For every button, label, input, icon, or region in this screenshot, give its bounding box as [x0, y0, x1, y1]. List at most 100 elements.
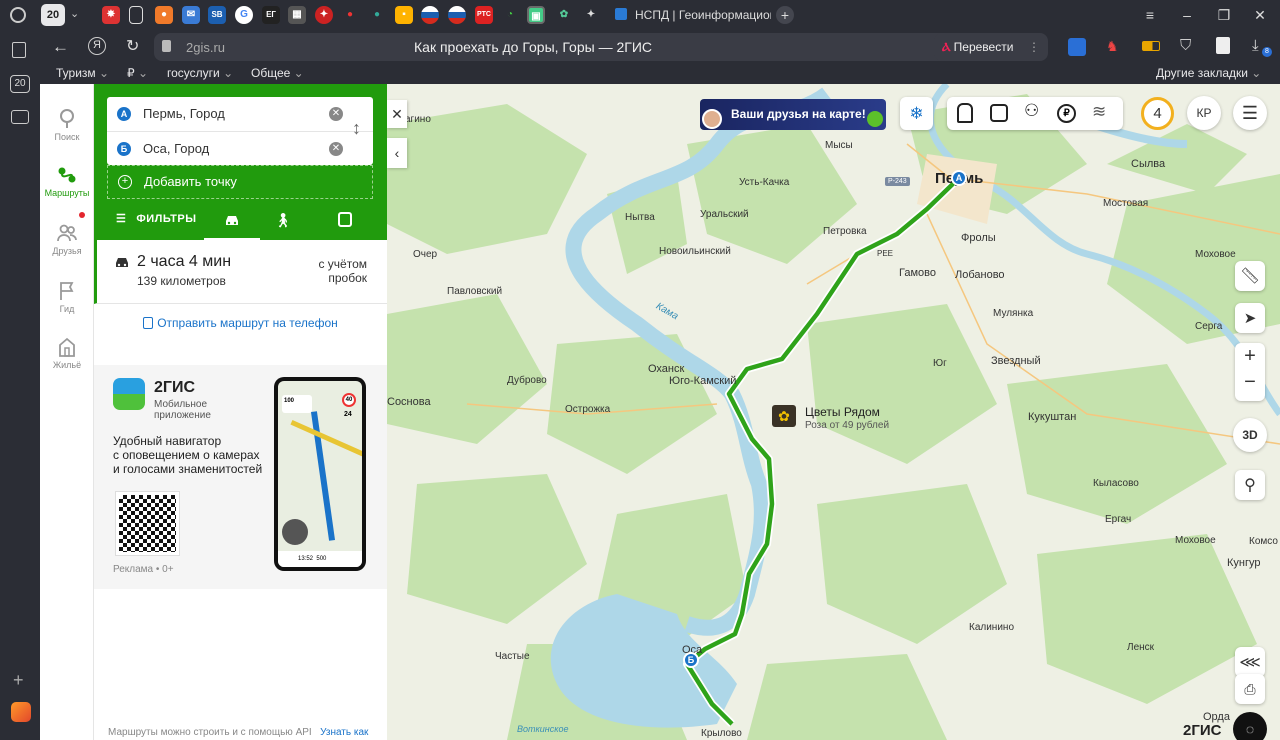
tab-walk[interactable]: 🚶︎	[274, 212, 292, 229]
close-panel-button[interactable]: ✕	[387, 100, 407, 128]
ad-block[interactable]: 2ГИС Мобильное приложение Удобный навигат…	[94, 365, 387, 589]
restore-icon[interactable]: ❐	[1214, 7, 1234, 23]
other-bookmarks[interactable]: Другие закладки ⌄	[1156, 66, 1261, 80]
minimize-icon[interactable]: –	[1177, 7, 1197, 23]
add-point-label: Добавить точку	[144, 174, 237, 189]
app-icon[interactable]	[11, 702, 31, 722]
send-to-phone-link[interactable]: Отправить маршрут на телефон	[94, 316, 387, 330]
bookmark-folder[interactable]: Туризм ⌄	[56, 66, 109, 80]
tab-transit[interactable]	[338, 212, 352, 227]
history-icon[interactable]	[10, 7, 26, 23]
back-icon[interactable]: ←	[52, 37, 69, 57]
pinned-tab-icon[interactable]	[448, 6, 466, 24]
tab-count-badge[interactable]: 20	[41, 4, 65, 26]
pinned-tab-icon[interactable]: ▦	[288, 6, 306, 24]
pinned-tab-icon[interactable]	[129, 6, 143, 24]
route-summary[interactable]: 2 часа 4 мин 139 километров с учётом проб…	[94, 240, 387, 304]
tab-car[interactable]	[204, 206, 260, 240]
collections-icon[interactable]	[12, 42, 26, 58]
attractions-icon[interactable]	[957, 103, 973, 123]
map-label: Ергач	[1105, 514, 1132, 525]
mail-icon[interactable]: ✉	[182, 6, 200, 24]
nav-label: Поиск	[54, 132, 80, 142]
map-canvas[interactable]: Пермь агино Мысы Усть-Качка Уральский Ны…	[387, 84, 1280, 740]
url-field[interactable]: 2gis.ru Как проехать до Горы, Горы — 2ГИ…	[154, 33, 970, 61]
reload-icon[interactable]: ↻	[126, 36, 139, 56]
extension-icon[interactable]	[1216, 37, 1230, 54]
screenshot-icon[interactable]	[11, 110, 29, 124]
pinned-tab-icon[interactable]: G	[235, 6, 253, 24]
ruler-button[interactable]: 📏︎	[1235, 261, 1265, 291]
clear-to-icon[interactable]: ✕	[329, 142, 343, 156]
friends-banner[interactable]: Ваши друзья на карте!	[700, 99, 886, 130]
pinned-tab-icon[interactable]: ●	[341, 6, 359, 24]
learn-how-link[interactable]: Узнать как	[320, 727, 368, 738]
close-window-icon[interactable]: ✕	[1250, 7, 1270, 23]
layers-icon[interactable]: ≋	[1092, 102, 1106, 122]
marker-b-pin[interactable]: Б	[683, 652, 699, 668]
traffic-score[interactable]: 4	[1141, 97, 1174, 130]
clear-from-icon[interactable]: ✕	[329, 107, 343, 121]
translate-button[interactable]: Ⲁ Перевести ⋮	[934, 33, 1048, 61]
zoom-out-button[interactable]: −	[1235, 371, 1265, 394]
map-label: Частые	[495, 651, 530, 662]
bus-icon[interactable]	[990, 104, 1008, 122]
downloads-icon[interactable]: ⤓	[1252, 37, 1259, 54]
profile-avatar[interactable]: КР	[1187, 96, 1221, 130]
map-label: Усть-Качка	[739, 177, 790, 188]
bookmark-folder[interactable]: ₽ ⌄	[127, 66, 148, 80]
3d-button[interactable]: 3D	[1233, 418, 1267, 452]
share-button[interactable]: ⋘	[1235, 647, 1265, 677]
pinned-tab-icon[interactable]	[421, 6, 439, 24]
people-icon[interactable]: ⚇	[1024, 101, 1039, 121]
parking-icon[interactable]: ₽	[1057, 104, 1076, 123]
nav-housing[interactable]: Жильё	[40, 336, 94, 370]
bookmark-folder[interactable]: Общее ⌄	[251, 66, 304, 80]
nav-search[interactable]: Поиск	[40, 108, 94, 142]
pinned-tab-icon[interactable]: SB	[208, 6, 226, 24]
pinned-tab-icon[interactable]: РТС	[475, 6, 493, 24]
swap-icon[interactable]: ↕	[352, 118, 361, 139]
pinned-tab-icon[interactable]: ✦	[315, 6, 333, 24]
active-tab[interactable]: НСПД | Геоинформацион	[605, 2, 771, 28]
map-pin-button[interactable]: ⚲	[1235, 470, 1265, 500]
nav-guide[interactable]: Гид	[40, 280, 94, 314]
marker-a-pin[interactable]: A	[951, 170, 967, 186]
pinned-tab-icon[interactable]: ✸	[102, 6, 120, 24]
pinned-tab-icon[interactable]: ◔	[501, 6, 519, 24]
pinned-tab-icon[interactable]: ●	[155, 6, 173, 24]
add-point-icon: +	[118, 175, 132, 189]
bookmark-folder[interactable]: госуслуги ⌄	[167, 66, 233, 80]
pinned-tab-icon[interactable]: ●	[368, 6, 386, 24]
extension-shield-icon[interactable]	[1068, 38, 1086, 56]
extension-icon[interactable]: ⛉	[1180, 37, 1191, 54]
map-label: Кукуштан	[1028, 411, 1077, 423]
pinned-tab-icon[interactable]: ▣	[527, 6, 545, 24]
print-button[interactable]: ⎙	[1235, 674, 1265, 704]
pinned-tab-icon[interactable]: ЕГ	[262, 6, 280, 24]
tabs-dropdown-icon[interactable]: ⌄	[70, 7, 79, 20]
collapse-panel-button[interactable]: ‹	[387, 138, 407, 168]
menu-icon[interactable]: ≡	[1140, 7, 1160, 23]
nav-routes[interactable]: Маршруты	[40, 164, 94, 198]
snow-button[interactable]: ❄	[900, 97, 933, 130]
zoom-in-button[interactable]: +	[1235, 345, 1265, 368]
pinned-tab-icon[interactable]: ▪	[395, 6, 413, 24]
add-point-button[interactable]: + Добавить точку	[107, 165, 373, 199]
chat-button[interactable]: ◌	[1233, 712, 1267, 740]
more-icon[interactable]: ⋮	[1028, 33, 1040, 61]
to-field[interactable]: Б Оса, Город ✕	[107, 131, 373, 165]
battery-icon[interactable]	[1142, 41, 1160, 51]
pinned-tab-icon[interactable]: ✦	[582, 6, 600, 24]
sidebar-badge[interactable]: 20	[10, 75, 30, 93]
my-location-button[interactable]: ➤	[1235, 303, 1265, 333]
extension-icon[interactable]: ♞	[1106, 38, 1119, 55]
menu-button[interactable]: ☰	[1233, 96, 1267, 130]
pinned-tab-icon[interactable]: ✿	[555, 6, 573, 24]
add-panel-icon[interactable]: +	[13, 670, 24, 691]
nav-friends[interactable]: Друзья	[40, 212, 94, 256]
yandex-icon[interactable]: Я	[88, 37, 106, 55]
new-tab-button[interactable]: +	[776, 6, 794, 24]
filters-button[interactable]: ☰ ФИЛЬТРЫ	[116, 212, 197, 225]
from-field[interactable]: A Пермь, Город ✕	[107, 97, 373, 131]
